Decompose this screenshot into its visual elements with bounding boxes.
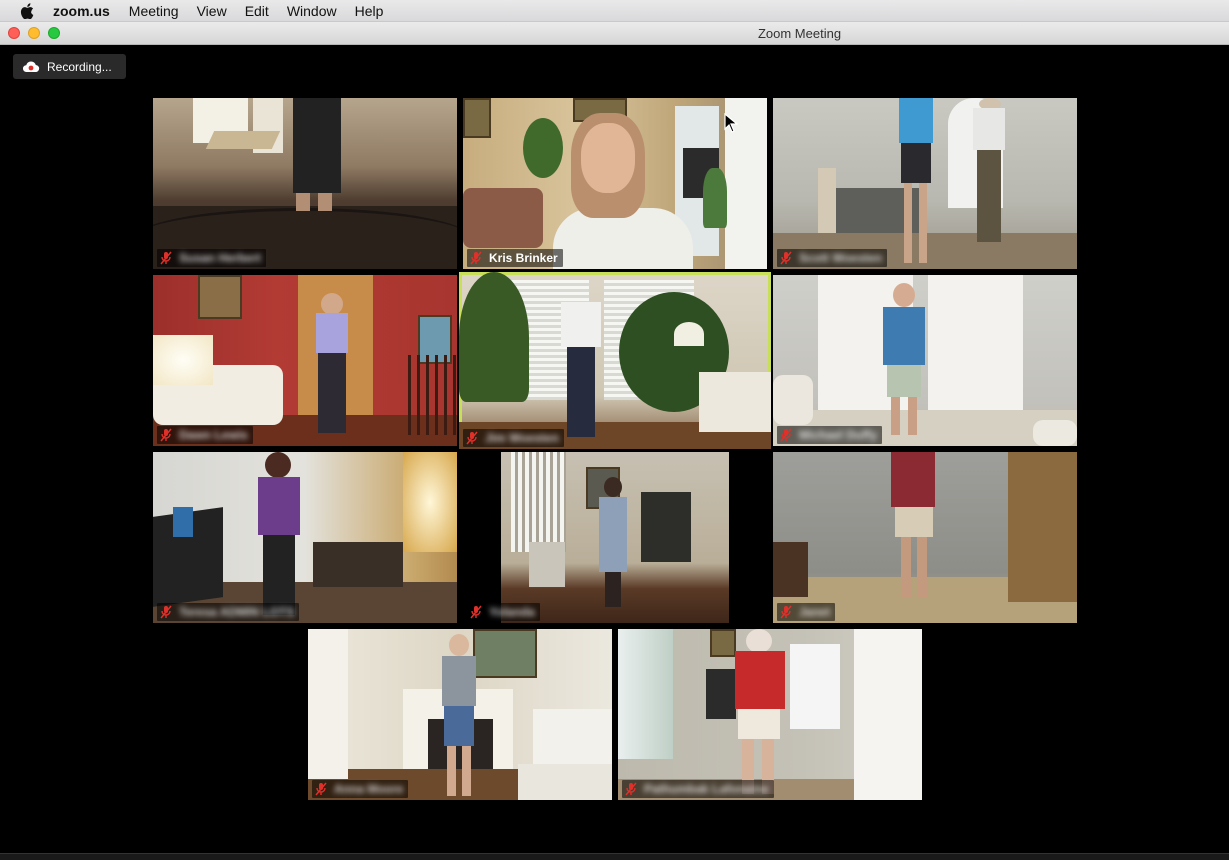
recording-indicator[interactable]: Recording...	[13, 54, 126, 79]
participant-nameplate: Anna Moore	[312, 780, 409, 798]
participant-name: Jim Woesten	[485, 431, 559, 445]
mouse-pointer-icon	[724, 112, 739, 133]
participant-name: Kris Brinker	[489, 251, 558, 265]
participant-name: Dawn Lewis	[179, 428, 248, 442]
video-tile-active-speaker[interactable]: Jim Woesten	[459, 272, 771, 449]
participant-name: Janet	[799, 605, 831, 619]
participant-nameplate: Janet	[777, 603, 836, 621]
mic-muted-icon	[779, 251, 793, 265]
participant-nameplate: Michael Duffy	[777, 426, 883, 444]
participant-nameplate: Susan Herbert	[157, 249, 267, 267]
mic-muted-icon	[159, 428, 173, 442]
menu-meeting[interactable]: Meeting	[129, 0, 179, 22]
menu-edit[interactable]: Edit	[245, 0, 269, 22]
video-tile[interactable]: Michael Duffy	[773, 275, 1077, 446]
window-title: Zoom Meeting	[757, 26, 842, 41]
window-title-bar[interactable]: Zoom Meeting	[0, 22, 1229, 45]
window-bottom-edge	[0, 853, 1229, 860]
mic-muted-icon	[469, 605, 483, 619]
participant-name: Yolanda	[489, 605, 535, 619]
mic-muted-icon	[465, 431, 479, 445]
mic-muted-icon	[779, 428, 793, 442]
participant-nameplate: Teresa ADMIN LOTS	[157, 603, 300, 621]
menu-bar: zoom.us Meeting View Edit Window Help	[0, 0, 1229, 22]
cloud-recording-icon	[22, 60, 40, 74]
participant-nameplate: Dawn Lewis	[157, 426, 253, 444]
menu-app-name[interactable]: zoom.us	[53, 0, 110, 22]
video-tile[interactable]: Dawn Lewis	[153, 275, 457, 446]
participant-name: Anna Moore	[334, 782, 404, 796]
video-tile[interactable]: Anna Moore	[308, 629, 612, 800]
menu-view[interactable]: View	[197, 0, 227, 22]
video-tile[interactable]: Kris Brinker	[463, 98, 767, 269]
participant-name: Pathumbak Lafonaine	[644, 782, 769, 796]
mic-muted-icon	[314, 782, 328, 796]
participant-nameplate: Pathumbak Lafonaine	[622, 780, 774, 798]
video-tile[interactable]: Janet	[773, 452, 1077, 623]
recording-label: Recording...	[47, 59, 112, 74]
menu-help[interactable]: Help	[355, 0, 384, 22]
video-tile[interactable]: Pathumbak Lafonaine	[618, 629, 922, 800]
video-tile[interactable]: Scott Woesten	[773, 98, 1077, 269]
participant-name: Teresa ADMIN LOTS	[179, 605, 295, 619]
participant-nameplate: Kris Brinker	[467, 249, 563, 267]
apple-logo-icon[interactable]	[20, 2, 36, 19]
participant-name: Michael Duffy	[799, 428, 878, 442]
mic-muted-icon	[159, 251, 173, 265]
video-tile[interactable]: Teresa ADMIN LOTS	[153, 452, 457, 623]
mic-muted-icon	[159, 605, 173, 619]
mic-muted-icon	[469, 251, 483, 265]
participant-nameplate: Yolanda	[467, 603, 540, 621]
participant-nameplate: Scott Woesten	[777, 249, 888, 267]
video-tile[interactable]: Yolanda	[463, 452, 767, 623]
participant-name: Scott Woesten	[799, 251, 883, 265]
mic-muted-icon	[624, 782, 638, 796]
mic-muted-icon	[779, 605, 793, 619]
participant-nameplate: Jim Woesten	[463, 429, 564, 447]
participant-name: Susan Herbert	[179, 251, 262, 265]
menu-window[interactable]: Window	[287, 0, 337, 22]
video-tile[interactable]: Susan Herbert	[153, 98, 457, 269]
